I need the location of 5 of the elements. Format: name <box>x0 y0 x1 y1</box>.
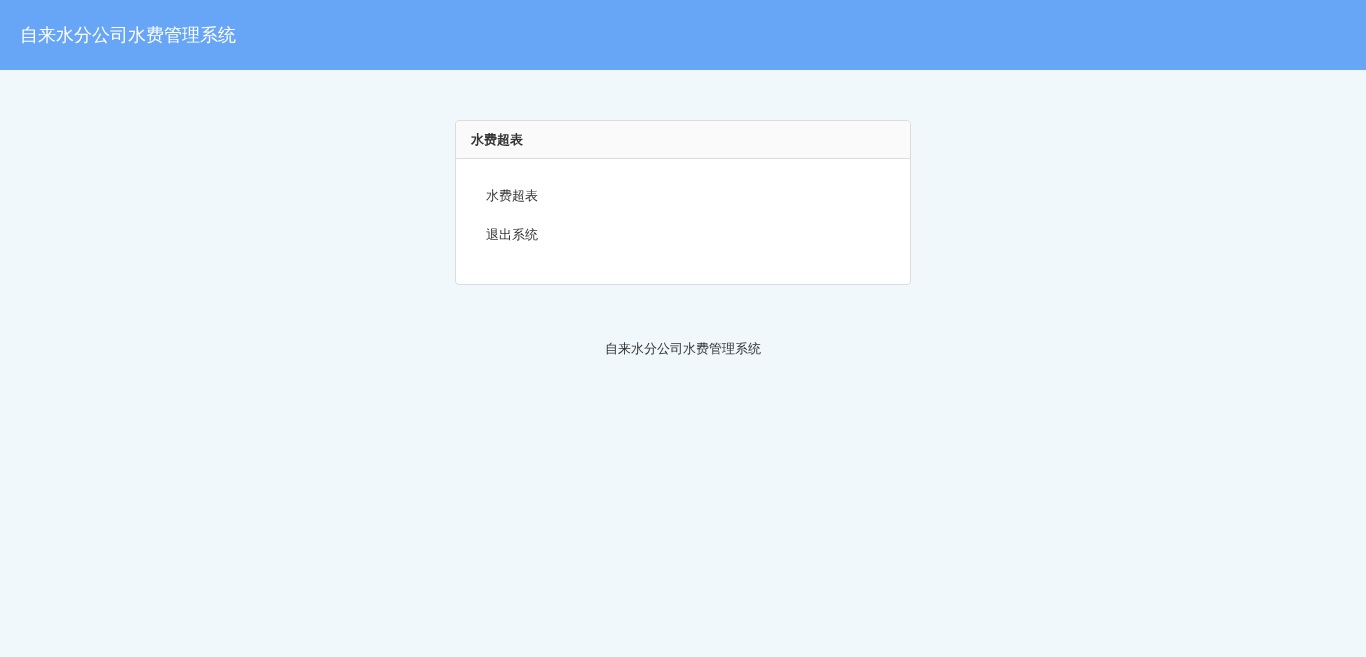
menu-link[interactable]: 退出系统 <box>486 226 538 244</box>
footer-text: 自来水分公司水费管理系统 <box>605 340 761 358</box>
menu-link[interactable]: 水费超表 <box>486 187 538 205</box>
app-title: 自来水分公司水费管理系统 <box>20 23 236 47</box>
panel-title: 水费超表 <box>471 130 523 149</box>
